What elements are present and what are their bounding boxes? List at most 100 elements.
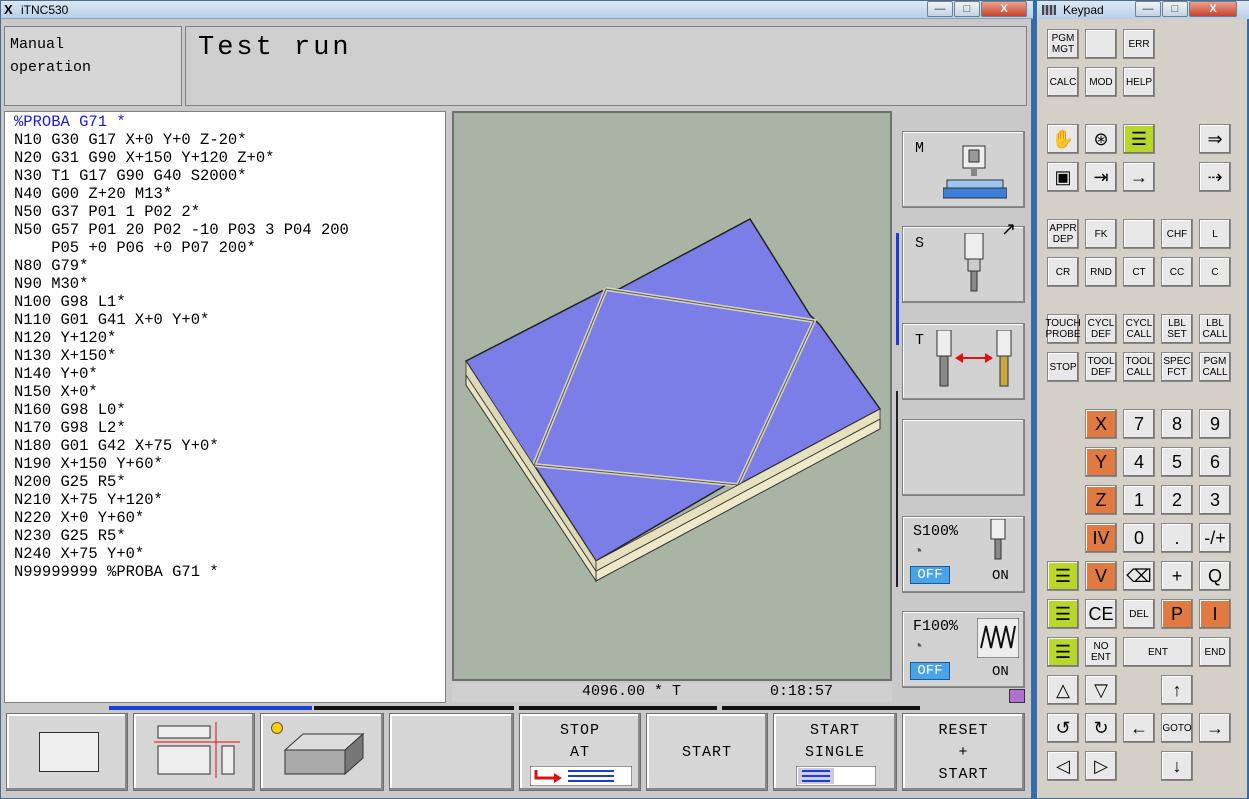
num-key-2-3[interactable]: 3 bbox=[1199, 485, 1231, 515]
mdi-icon[interactable]: ▣ bbox=[1047, 162, 1079, 192]
triangle-down-icon[interactable]: ▽ bbox=[1085, 675, 1117, 705]
tool-key-4[interactable]: PGM CALL bbox=[1199, 352, 1231, 382]
program-line[interactable]: N210 X+75 Y+120* bbox=[14, 491, 163, 509]
test-run-icon[interactable]: ⇢ bbox=[1199, 162, 1231, 192]
del-key[interactable]: DEL bbox=[1123, 599, 1155, 629]
program-edit-icon[interactable]: ⇒ bbox=[1199, 124, 1231, 154]
program-line[interactable]: %PROBA G71 * bbox=[14, 113, 126, 131]
page-down-icon[interactable]: ☰ bbox=[1047, 637, 1079, 667]
arrow-left-icon[interactable]: ← bbox=[1123, 713, 1155, 743]
program-line[interactable]: N90 M30* bbox=[14, 275, 88, 293]
mod-key[interactable]: MOD bbox=[1085, 67, 1117, 97]
num-key-4-0[interactable]: V bbox=[1085, 561, 1117, 591]
program-line[interactable]: N190 X+150 Y+60* bbox=[14, 455, 163, 473]
path-key-4[interactable]: L bbox=[1199, 219, 1231, 249]
tool-key-2[interactable]: TOOL CALL bbox=[1123, 352, 1155, 382]
num-key-1-3[interactable]: 6 bbox=[1199, 447, 1231, 477]
num-key-3-3[interactable]: -/+ bbox=[1199, 523, 1231, 553]
num-key-4-3[interactable]: Q bbox=[1199, 561, 1231, 591]
num-key-3-2[interactable]: . bbox=[1161, 523, 1193, 553]
num-key-1-2[interactable]: 5 bbox=[1161, 447, 1193, 477]
path-key-1[interactable]: FK bbox=[1085, 219, 1117, 249]
page-up-icon[interactable]: ☰ bbox=[1047, 599, 1079, 629]
path-key-b-1[interactable]: RND bbox=[1085, 257, 1117, 287]
program-line[interactable]: N20 G31 G90 X+150 Y+120 Z+0* bbox=[14, 149, 274, 167]
help-key[interactable]: HELP bbox=[1123, 67, 1155, 97]
layout-program-softkey[interactable] bbox=[6, 713, 128, 791]
t-tool-softkey[interactable]: T bbox=[902, 323, 1025, 400]
num-key-0-0[interactable]: X bbox=[1085, 409, 1117, 439]
empty-side-softkey[interactable] bbox=[902, 419, 1025, 496]
ce-key[interactable]: CE bbox=[1085, 599, 1117, 629]
program-line[interactable]: N140 Y+0* bbox=[14, 365, 98, 383]
program-line[interactable]: N240 X+75 Y+0* bbox=[14, 545, 144, 563]
num-key-2-0[interactable]: Z bbox=[1085, 485, 1117, 515]
p-key[interactable]: P bbox=[1161, 599, 1193, 629]
tool-key-1[interactable]: TOOL DEF bbox=[1085, 352, 1117, 382]
reset-start-softkey[interactable]: RESET + START bbox=[902, 713, 1025, 791]
program-line[interactable]: N160 G98 L0* bbox=[14, 401, 126, 419]
path-key-b-4[interactable]: C bbox=[1199, 257, 1231, 287]
start-softkey[interactable]: START bbox=[646, 713, 768, 791]
keypad-close-button[interactable]: X bbox=[1189, 1, 1237, 17]
tool-key-0[interactable]: STOP bbox=[1047, 352, 1079, 382]
rotate-cw-icon[interactable]: ↻ bbox=[1085, 713, 1117, 743]
path-key-b-3[interactable]: CC bbox=[1161, 257, 1193, 287]
program-line[interactable]: N100 G98 L1* bbox=[14, 293, 126, 311]
program-line[interactable]: N170 G98 L2* bbox=[14, 419, 126, 437]
program-line[interactable]: N80 G79* bbox=[14, 257, 88, 275]
arrow-right-icon[interactable]: → bbox=[1199, 713, 1231, 743]
num-key-0-3[interactable]: 9 bbox=[1199, 409, 1231, 439]
single-block-mode-icon[interactable]: ☰ bbox=[1123, 124, 1155, 154]
program-line[interactable]: N200 G25 R5* bbox=[14, 473, 126, 491]
program-run-single-icon[interactable]: ⇥ bbox=[1085, 162, 1117, 192]
rotate-ccw-icon[interactable]: ↺ bbox=[1047, 713, 1079, 743]
err-key[interactable]: ERR bbox=[1123, 29, 1155, 59]
program-run-full-icon[interactable]: → bbox=[1123, 162, 1155, 192]
cycle-key-1[interactable]: CYCL DEF bbox=[1085, 314, 1117, 344]
empty-softkey[interactable] bbox=[389, 713, 514, 791]
layer-icon[interactable] bbox=[1009, 689, 1025, 703]
num-key-1-0[interactable]: Y bbox=[1085, 447, 1117, 477]
num-key-0-2[interactable]: 8 bbox=[1161, 409, 1193, 439]
triangle-left-icon[interactable]: ◁ bbox=[1047, 751, 1079, 781]
feed-override-softkey[interactable]: F100% ◔ OFF ON bbox=[902, 611, 1025, 688]
i-key[interactable]: I bbox=[1199, 599, 1231, 629]
program-line[interactable]: N120 Y+120* bbox=[14, 329, 116, 347]
m-function-softkey[interactable]: M bbox=[902, 131, 1025, 208]
graphics-view-softkey[interactable] bbox=[260, 713, 384, 791]
cycle-key-4[interactable]: LBL CALL bbox=[1199, 314, 1231, 344]
actual-position-icon[interactable]: ☰ bbox=[1047, 561, 1079, 591]
program-line[interactable]: N220 X+0 Y+60* bbox=[14, 509, 144, 527]
num-key-4-2[interactable]: + bbox=[1161, 561, 1193, 591]
path-key-3[interactable]: CHF bbox=[1161, 219, 1193, 249]
triangle-up-icon[interactable]: △ bbox=[1047, 675, 1079, 705]
program-line[interactable]: N180 G01 G42 X+75 Y+0* bbox=[14, 437, 219, 455]
path-key-b-2[interactable]: CT bbox=[1123, 257, 1155, 287]
path-key-2[interactable] bbox=[1123, 219, 1155, 249]
stop-at-softkey[interactable]: STOP AT bbox=[519, 713, 641, 791]
arrow-up-icon[interactable]: ↑ bbox=[1161, 675, 1193, 705]
close-button[interactable]: X bbox=[981, 1, 1027, 17]
program-line[interactable]: N10 G30 G17 X+0 Y+0 Z-20* bbox=[14, 131, 247, 149]
program-line[interactable]: N30 T1 G17 G90 G40 S2000* bbox=[14, 167, 247, 185]
arrow-down-icon[interactable]: ↓ bbox=[1161, 751, 1193, 781]
keypad-minimize-button[interactable]: — bbox=[1135, 1, 1161, 17]
start-single-softkey[interactable]: START SINGLE bbox=[773, 713, 897, 791]
cycle-key-2[interactable]: CYCL CALL bbox=[1123, 314, 1155, 344]
layout-program-graphics-softkey[interactable] bbox=[133, 713, 255, 791]
program-line[interactable]: P05 +0 P06 +0 P07 200* bbox=[14, 239, 256, 257]
program-line[interactable]: N130 X+150* bbox=[14, 347, 116, 365]
program-line[interactable]: N50 G57 P01 20 P02 -10 P03 3 P04 200 bbox=[14, 221, 349, 239]
path-key-0[interactable]: APPR DEP bbox=[1047, 219, 1079, 249]
handwheel-icon[interactable]: ⊛ bbox=[1085, 124, 1117, 154]
blank-key[interactable] bbox=[1085, 29, 1117, 59]
program-line[interactable]: N110 G01 G41 X+0 Y+0* bbox=[14, 311, 209, 329]
program-line[interactable]: N230 G25 R5* bbox=[14, 527, 126, 545]
tool-key-3[interactable]: SPEC FCT bbox=[1161, 352, 1193, 382]
cycle-key-0[interactable]: TOUCH PROBE bbox=[1045, 314, 1081, 344]
s-spindle-softkey[interactable]: S ↗ bbox=[902, 219, 1025, 303]
num-key-3-0[interactable]: IV bbox=[1085, 523, 1117, 553]
keypad-maximize-button[interactable]: □ bbox=[1162, 1, 1188, 17]
maximize-button[interactable]: □ bbox=[954, 1, 980, 17]
